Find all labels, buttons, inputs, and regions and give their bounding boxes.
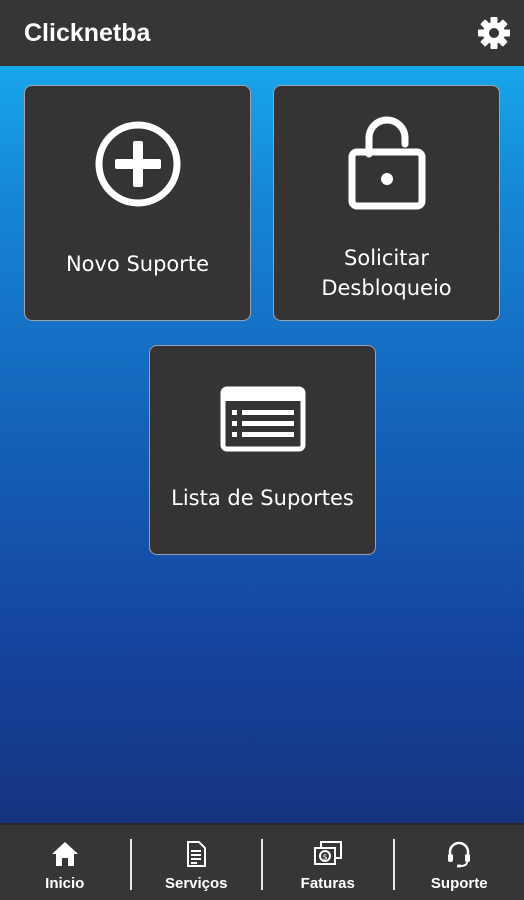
lista-de-suportes-tile[interactable]: Lista de Suportes (149, 345, 376, 555)
nav-item-inicio[interactable]: Inicio (0, 825, 130, 900)
app-bar: Clicknetba (0, 0, 524, 66)
list-icon (220, 386, 306, 457)
solicitar-desbloqueio-tile[interactable]: Solicitar Desbloqueio (273, 85, 500, 321)
nav-item-faturas[interactable]: $ Faturas (263, 825, 393, 900)
nav-label-inicio: Inicio (45, 875, 85, 892)
unlock-icon (347, 114, 427, 215)
nav-label-suporte: Suporte (430, 875, 488, 892)
app-title: Clicknetba (24, 18, 151, 47)
money-icon: $ (313, 839, 343, 869)
svg-text:$: $ (322, 853, 327, 862)
lista-de-suportes-label: Lista de Suportes (171, 486, 354, 510)
document-icon (186, 839, 207, 869)
headset-icon (446, 839, 472, 869)
home-icon (51, 839, 79, 869)
settings-button[interactable] (472, 11, 516, 55)
plus-circle-icon (94, 120, 182, 213)
main-content: Novo Suporte Solicitar Desbloqueio Lista… (0, 66, 524, 823)
solicitar-desbloqueio-label: Solicitar Desbloqueio (321, 246, 452, 300)
novo-suporte-tile[interactable]: Novo Suporte (24, 85, 251, 321)
nav-item-suporte[interactable]: Suporte (395, 825, 524, 900)
novo-suporte-label: Novo Suporte (65, 252, 210, 276)
nav-label-faturas: Faturas (300, 875, 355, 892)
gear-icon (478, 17, 510, 49)
bottom-nav: Inicio Serviços $ Faturas Suporte (0, 823, 524, 900)
nav-item-servicos[interactable]: Serviços (132, 825, 262, 900)
nav-label-servicos: Serviços (164, 875, 228, 892)
